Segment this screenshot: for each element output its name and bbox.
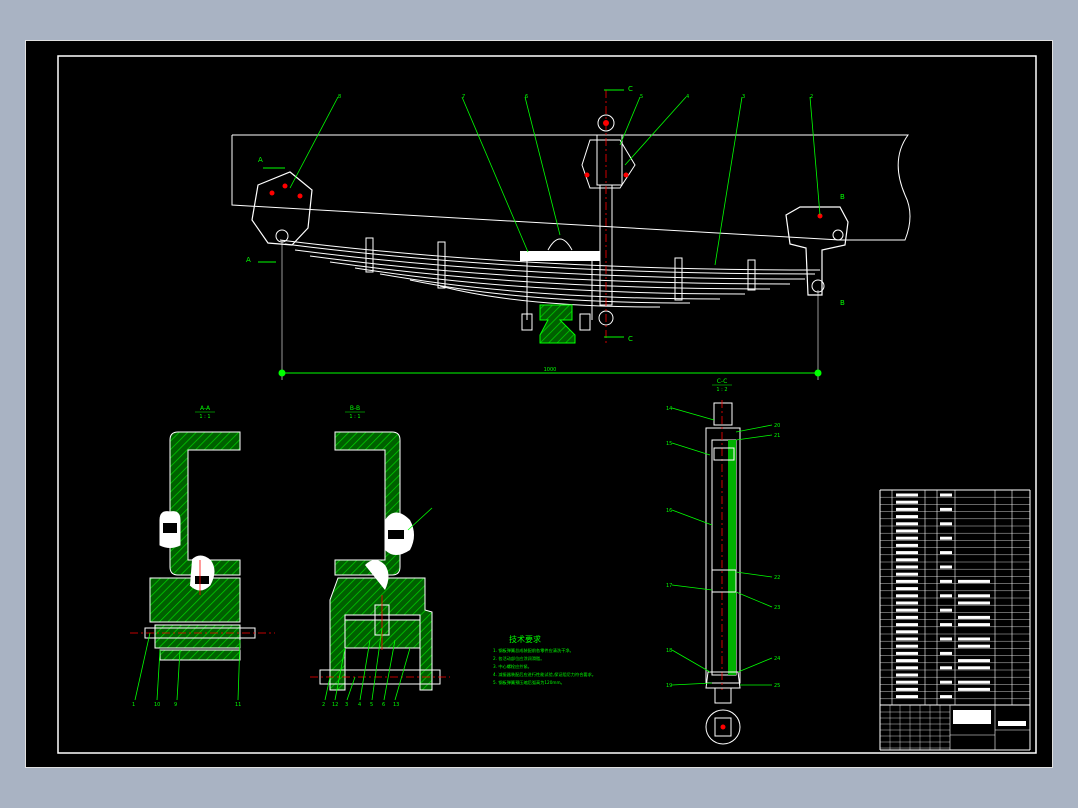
svg-text:14: 14 bbox=[666, 406, 672, 412]
dimension-text: 1000 bbox=[544, 367, 557, 373]
svg-text:A: A bbox=[258, 156, 263, 164]
svg-text:1 : 2: 1 : 2 bbox=[716, 387, 727, 393]
svg-text:17: 17 bbox=[666, 583, 672, 589]
svg-text:15: 15 bbox=[666, 441, 672, 447]
front-bracket bbox=[251, 171, 313, 246]
svg-text:12: 12 bbox=[332, 702, 338, 708]
svg-text:5: 5 bbox=[640, 94, 643, 100]
svg-text:2. 各活动部位应涂润滑脂。: 2. 各活动部位应涂润滑脂。 bbox=[493, 655, 544, 662]
cad-viewport: 1000 8 7 6 5 4 3 2 C C B B A A A-A 1: 1… bbox=[0, 0, 1078, 808]
svg-text:4: 4 bbox=[686, 94, 689, 100]
svg-text:B: B bbox=[840, 193, 845, 201]
svg-text:5: 5 bbox=[370, 702, 373, 708]
svg-text:8: 8 bbox=[338, 94, 341, 100]
parts-list-table bbox=[879, 489, 1031, 751]
cad-drawing: 1000 8 7 6 5 4 3 2 C C B B A A A-A 1: 1… bbox=[57, 55, 1037, 754]
frame-rail bbox=[231, 134, 911, 241]
svg-text:3: 3 bbox=[345, 702, 348, 708]
svg-text:19: 19 bbox=[666, 683, 672, 689]
svg-text:7: 7 bbox=[462, 94, 465, 100]
svg-text:A: A bbox=[246, 256, 251, 264]
svg-text:1 : 1: 1 : 1 bbox=[349, 414, 360, 420]
main-assembly-view: 1000 8 7 6 5 4 3 2 C C B B A A bbox=[231, 85, 911, 380]
svg-text:5. 钢板弹簧预压缩后弧高为120mm。: 5. 钢板弹簧预压缩后弧高为120mm。 bbox=[493, 679, 565, 686]
svg-text:B: B bbox=[840, 299, 845, 307]
section-c-c: C-C 1 : 2 14 15 16 17 18 19 20 21 22 23 … bbox=[666, 378, 780, 745]
svg-text:4. 减振器装配后应进行性能试验,保证阻尼力符合要求。: 4. 减振器装配后应进行性能试验,保证阻尼力符合要求。 bbox=[493, 671, 596, 678]
svg-text:18: 18 bbox=[666, 648, 672, 654]
svg-text:3: 3 bbox=[742, 94, 745, 100]
rear-shackle bbox=[785, 206, 849, 296]
shock-upper-mount bbox=[596, 134, 623, 186]
svg-text:4: 4 bbox=[358, 702, 361, 708]
svg-text:1. 钢板弹簧总成装配前各零件应清洗干净。: 1. 钢板弹簧总成装配前各零件应清洗干净。 bbox=[493, 647, 574, 654]
axle-section bbox=[539, 304, 576, 344]
tech-req-title: 技术要求 bbox=[509, 634, 541, 644]
section-a-a: A-A 1 : 1 1 10 9 11 bbox=[130, 405, 275, 708]
svg-text:B-B: B-B bbox=[350, 405, 360, 412]
svg-text:10: 10 bbox=[154, 702, 160, 708]
svg-text:2: 2 bbox=[810, 94, 813, 100]
leader-lines bbox=[289, 96, 821, 266]
svg-text:20: 20 bbox=[774, 423, 780, 429]
svg-text:6: 6 bbox=[382, 702, 385, 708]
svg-text:A-A: A-A bbox=[200, 405, 211, 412]
svg-text:C: C bbox=[628, 85, 633, 93]
svg-text:11: 11 bbox=[235, 702, 241, 708]
section-b-b: B-B 1 : 1 2 12 3 4 5 6 13 bbox=[310, 405, 450, 708]
svg-text:1: 1 bbox=[132, 702, 135, 708]
svg-text:C-C: C-C bbox=[717, 378, 728, 385]
svg-text:25: 25 bbox=[774, 683, 780, 689]
svg-text:1 : 1: 1 : 1 bbox=[199, 414, 210, 420]
svg-text:22: 22 bbox=[774, 575, 780, 581]
technical-requirements: 技术要求 1. 钢板弹簧总成装配前各零件应清洗干净。 2. 各活动部位应涂润滑脂… bbox=[493, 634, 596, 686]
svg-text:21: 21 bbox=[774, 433, 780, 439]
svg-text:2: 2 bbox=[322, 702, 325, 708]
svg-text:C: C bbox=[628, 335, 633, 343]
bump-stop bbox=[547, 238, 573, 251]
svg-text:13: 13 bbox=[393, 702, 399, 708]
ubolt-plate bbox=[520, 251, 600, 261]
svg-text:16: 16 bbox=[666, 508, 672, 514]
svg-text:6: 6 bbox=[525, 94, 528, 100]
svg-text:24: 24 bbox=[774, 656, 780, 662]
svg-text:3. 中心螺栓应拧紧。: 3. 中心螺栓应拧紧。 bbox=[493, 663, 532, 670]
svg-text:23: 23 bbox=[774, 605, 780, 611]
svg-text:9: 9 bbox=[174, 702, 177, 708]
leaf-spring bbox=[279, 239, 821, 308]
aa-bracket bbox=[169, 431, 241, 576]
